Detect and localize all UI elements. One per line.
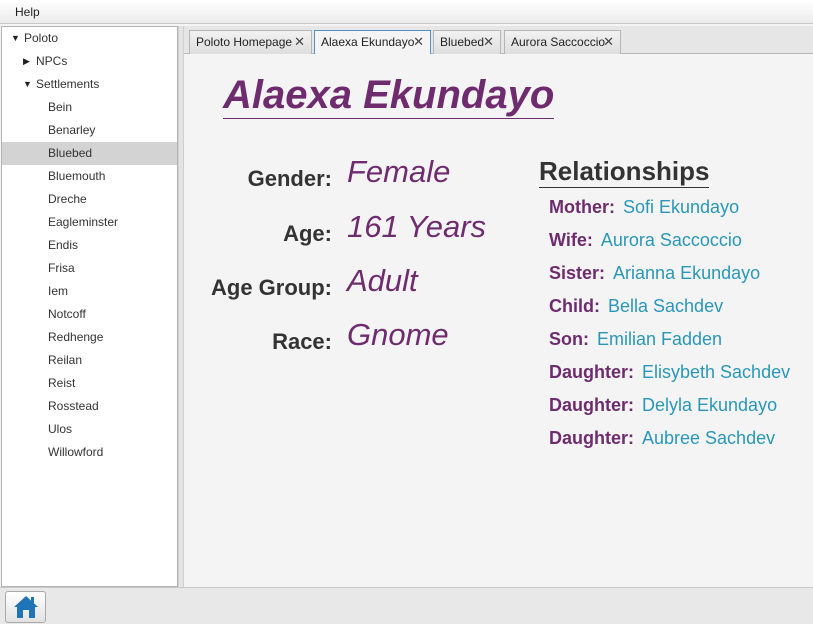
tab-bar: Poloto Homepage ✕ Alaexa Ekundayo ✕ Blue… <box>184 26 813 55</box>
tree-item-label: Ulos <box>48 422 73 436</box>
tab-poloto-homepage[interactable]: Poloto Homepage ✕ <box>189 30 312 54</box>
tree-item-label: Reist <box>48 376 76 390</box>
tree-item-label: Poloto <box>24 31 59 45</box>
relationship-type: Son: <box>549 329 589 349</box>
relationship-link[interactable]: Delyla Ekundayo <box>642 395 777 415</box>
tab-bluebed[interactable]: Bluebed ✕ <box>433 30 501 54</box>
tree-item-poloto[interactable]: ▼ Poloto <box>2 27 177 50</box>
tree-item-label: Settlements <box>36 77 100 91</box>
tree-item-label: Dreche <box>48 192 87 206</box>
tree-item-settlement[interactable]: Endis <box>2 234 177 257</box>
race-value: Gnome <box>347 317 449 352</box>
relationship-type: Wife: <box>549 230 593 250</box>
close-icon[interactable]: ✕ <box>483 31 494 53</box>
close-icon[interactable]: ✕ <box>603 31 614 53</box>
triangle-down-icon[interactable]: ▼ <box>11 27 21 50</box>
age-group-label: Age Group: <box>211 275 332 300</box>
race-label: Race: <box>272 329 332 354</box>
tree-item-settlement[interactable]: Dreche <box>2 188 177 211</box>
relationship-row: Son: Emilian Fadden <box>549 329 722 353</box>
npc-detail-pane: Alaexa Ekundayo Gender: Female Age: 161 … <box>184 54 813 587</box>
tab-aurora-saccoccio[interactable]: Aurora Saccoccio ✕ <box>504 30 621 54</box>
tree-item-settlement[interactable]: Reist <box>2 372 177 395</box>
relationship-link[interactable]: Emilian Fadden <box>597 329 722 349</box>
tree-item-settlement[interactable]: Benarley <box>2 119 177 142</box>
relationship-row: Child: Bella Sachdev <box>549 296 723 320</box>
tree-item-settlement[interactable]: Bluebed <box>2 142 177 165</box>
tree-item-settlement[interactable]: Frisa <box>2 257 177 280</box>
npc-name-title: Alaexa Ekundayo <box>223 73 555 119</box>
relationship-link[interactable]: Arianna Ekundayo <box>613 263 760 283</box>
relationship-type: Sister: <box>549 263 606 283</box>
tab-label: Aurora Saccoccio <box>511 35 606 49</box>
relationships-heading: Relationships <box>539 156 710 188</box>
relationship-row: Daughter: Elisybeth Sachdev <box>549 362 790 386</box>
tree-item-label: Iem <box>48 284 69 298</box>
close-icon[interactable]: ✕ <box>294 31 305 53</box>
tree-item-label: Reilan <box>48 353 83 367</box>
triangle-down-icon[interactable]: ▼ <box>23 73 33 96</box>
tab-label: Alaexa Ekundayo <box>321 35 415 49</box>
relationship-row: Wife: Aurora Saccoccio <box>549 230 742 254</box>
tab-label: Poloto Homepage <box>196 35 293 49</box>
relationship-type: Mother: <box>549 197 615 217</box>
relationship-row: Mother: Sofi Ekundayo <box>549 197 739 221</box>
tree-item-settlements[interactable]: ▼ Settlements <box>2 73 177 96</box>
navigation-tree[interactable]: ▼ Poloto ▶ NPCs ▼ Settlements Bein Benarl… <box>1 26 178 587</box>
tree-item-settlement[interactable]: Iem <box>2 280 177 303</box>
tree-item-label: Redhenge <box>48 330 104 344</box>
relationship-type: Child: <box>549 296 600 316</box>
home-button[interactable] <box>5 591 46 623</box>
tab-label: Bluebed <box>440 35 485 49</box>
tree-item-label: Bluemouth <box>48 169 106 183</box>
tree-item-label: Rosstead <box>48 399 99 413</box>
relationship-type: Daughter: <box>549 428 634 448</box>
relationship-link[interactable]: Elisybeth Sachdev <box>642 362 790 382</box>
relationship-link[interactable]: Aubree Sachdev <box>642 428 775 448</box>
tree-item-settlement[interactable]: Rosstead <box>2 395 177 418</box>
tree-item-settlement[interactable]: Eagleminster <box>2 211 177 234</box>
age-label: Age: <box>283 221 332 246</box>
triangle-right-icon[interactable]: ▶ <box>23 50 33 73</box>
relationship-link[interactable]: Bella Sachdev <box>608 296 723 316</box>
tree-item-label: Notcoff <box>48 307 86 321</box>
tree-item-settlement[interactable]: Willowford <box>2 441 177 464</box>
bottom-toolbar <box>0 587 813 624</box>
tree-item-label: NPCs <box>36 54 68 68</box>
gender-label: Gender: <box>247 166 332 191</box>
tree-item-npcs[interactable]: ▶ NPCs <box>2 50 177 73</box>
relationship-row: Sister: Arianna Ekundayo <box>549 263 760 287</box>
tab-alaexa-ekundayo[interactable]: Alaexa Ekundayo ✕ <box>314 30 431 55</box>
tree-item-label: Eagleminster <box>48 215 119 229</box>
tree-item-settlement[interactable]: Bein <box>2 96 177 119</box>
menu-bar: Help <box>0 0 813 24</box>
age-value: 161 Years <box>347 209 487 244</box>
relationship-link[interactable]: Aurora Saccoccio <box>601 230 742 250</box>
home-icon <box>14 596 38 618</box>
tree-item-label: Bein <box>48 100 73 114</box>
tree-item-settlement[interactable]: Ulos <box>2 418 177 441</box>
tree-item-label: Benarley <box>48 123 96 137</box>
tree-item-settlement[interactable]: Bluemouth <box>2 165 177 188</box>
tree-item-label: Endis <box>48 238 79 252</box>
relationship-link[interactable]: Sofi Ekundayo <box>623 197 739 217</box>
close-icon[interactable]: ✕ <box>413 31 424 53</box>
tree-item-label: Bluebed <box>48 146 93 160</box>
relationship-row: Daughter: Delyla Ekundayo <box>549 395 777 419</box>
relationship-type: Daughter: <box>549 362 634 382</box>
tree-item-label: Frisa <box>48 261 75 275</box>
relationship-row: Daughter: Aubree Sachdev <box>549 428 775 452</box>
menu-help[interactable]: Help <box>15 5 40 19</box>
tree-item-settlement[interactable]: Reilan <box>2 349 177 372</box>
gender-value: Female <box>347 154 451 189</box>
relationship-type: Daughter: <box>549 395 634 415</box>
tree-item-settlement[interactable]: Notcoff <box>2 303 177 326</box>
tree-item-label: Willowford <box>48 445 104 459</box>
tree-item-settlement[interactable]: Redhenge <box>2 326 177 349</box>
age-group-value: Adult <box>347 263 418 298</box>
